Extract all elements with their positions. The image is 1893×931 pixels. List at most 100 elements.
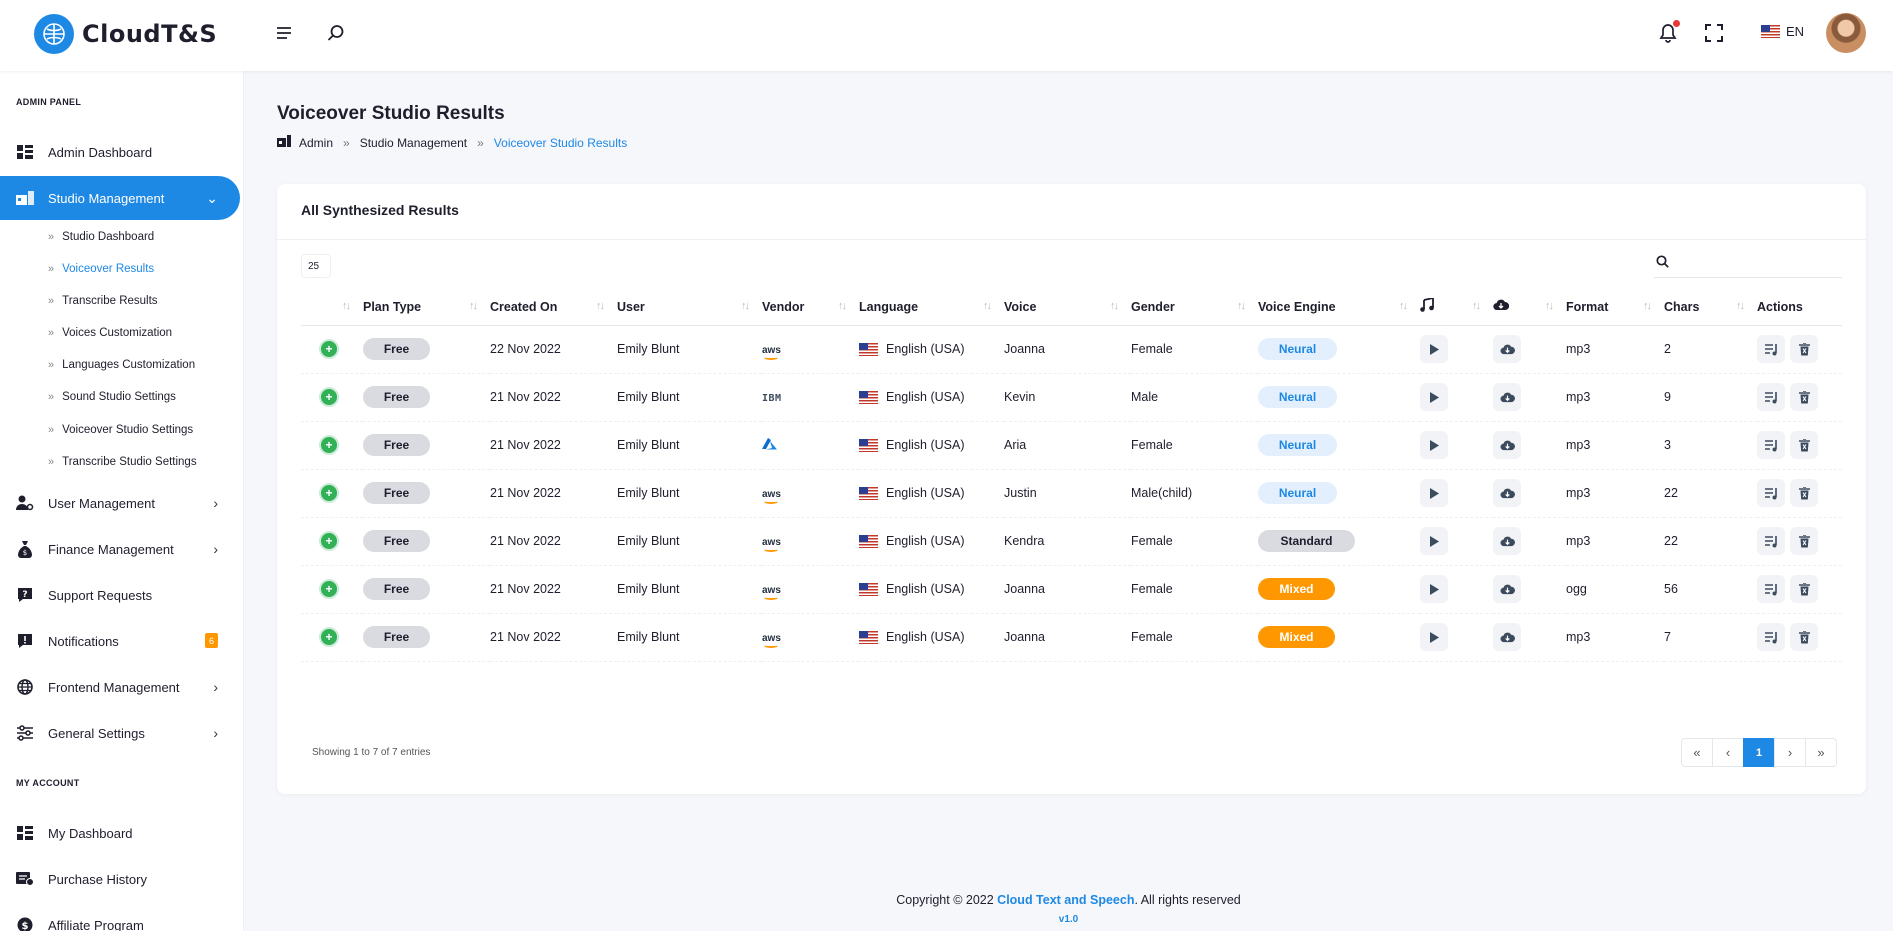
col-header-format[interactable]: Format ↑↓ [1566,289,1664,326]
sidebar-item-finance-management[interactable]: $ Finance Management › [0,527,240,571]
voice-cell: Joanna [1004,325,1131,374]
sidebar-sub-voiceover-studio-settings[interactable]: » Voiceover Studio Settings [48,424,193,436]
sidebar-item-my-dashboard[interactable]: My Dashboard [0,811,240,855]
sidebar-sub-voices-customization[interactable]: » Voices Customization [48,327,172,339]
col-header-voice-engine[interactable]: Voice Engine ↑↓ [1258,289,1420,326]
col-header-expand[interactable]: ↑↓ [301,289,363,326]
col-header-play[interactable]: ↑↓ [1420,289,1493,326]
view-result-button[interactable] [1757,575,1785,603]
avatar[interactable] [1826,13,1866,53]
breadcrumb-studio-management[interactable]: Studio Management [360,136,467,150]
sidebar-item-general-settings[interactable]: General Settings › [0,711,240,755]
sidebar-sub-sound-studio-settings[interactable]: » Sound Studio Settings [48,391,176,403]
sidebar-item-user-management[interactable]: User Management › [0,481,240,525]
pagination-next-button[interactable]: › [1774,738,1806,767]
col-header-created-on[interactable]: Created On ↑↓ [490,289,617,326]
download-button[interactable] [1493,431,1521,459]
logo-text: CloudT&S [82,20,218,48]
vendor-cell [762,421,859,470]
sidebar-item-purchase-history[interactable]: Purchase History [0,857,240,901]
play-button[interactable] [1420,527,1448,555]
col-header-chars[interactable]: Chars ↑↓ [1664,289,1757,326]
format-cell: mp3 [1566,613,1664,662]
delete-button[interactable] [1790,623,1819,651]
expand-row-icon[interactable]: + [319,339,339,359]
play-button[interactable] [1420,623,1448,651]
sidebar-item-support-requests[interactable]: ? Support Requests [0,573,240,617]
view-result-button[interactable] [1757,623,1785,651]
download-button[interactable] [1493,335,1521,363]
play-cell [1420,421,1493,470]
col-header-download[interactable]: ↑↓ [1493,289,1566,326]
language-cell: English (USA) [859,373,1004,422]
delete-button[interactable] [1790,527,1819,555]
sidebar-item-studio-management[interactable]: Studio Management ⌄ [0,176,240,220]
page-size-select[interactable]: 25 [301,254,331,278]
footer-brand-link[interactable]: Cloud Text and Speech [997,893,1134,907]
results-card: All Synthesized Results 25 ↑↓ Plan Type ↑… [277,184,1866,794]
sidebar-sub-studio-dashboard[interactable]: » Studio Dashboard [48,231,154,243]
play-button[interactable] [1420,335,1448,363]
table-row: + Free 21 Nov 2022 Emily Blunt English (USA)… [301,421,1842,470]
delete-button[interactable] [1790,479,1819,507]
play-button[interactable] [1420,431,1448,459]
sidebar-item-frontend-management[interactable]: Frontend Management › [0,665,240,709]
expand-row-icon[interactable]: + [319,627,339,647]
pagination-page-1[interactable]: 1 [1743,738,1775,767]
search-icon[interactable] [327,24,345,45]
col-header-plan-type[interactable]: Plan Type ↑↓ [363,289,490,326]
chevron-right-icon: › [213,541,218,557]
col-header-user[interactable]: User ↑↓ [617,289,762,326]
download-button[interactable] [1493,479,1521,507]
col-header-vendor[interactable]: Vendor ↑↓ [762,289,859,326]
voice-cell: Kevin [1004,373,1131,422]
table-search-input[interactable] [1654,248,1842,278]
expand-row-icon[interactable]: + [319,579,339,599]
download-button[interactable] [1493,383,1521,411]
sort-icon: ↑↓ [838,300,847,312]
sidebar-item-affiliate-program[interactable]: $ Affiliate Program [0,903,240,931]
col-header-gender[interactable]: Gender ↑↓ [1131,289,1258,326]
expand-row-icon[interactable]: + [319,435,339,455]
delete-button[interactable] [1790,431,1819,459]
double-chevron-icon: » [48,263,55,275]
view-result-button[interactable] [1757,527,1785,555]
pagination-last-button[interactable]: » [1805,738,1837,767]
sidebar-sub-transcribe-studio-settings[interactable]: » Transcribe Studio Settings [48,456,197,468]
view-result-button[interactable] [1757,431,1785,459]
expand-row-icon[interactable]: + [319,531,339,551]
play-button[interactable] [1420,575,1448,603]
expand-row-icon[interactable]: + [319,483,339,503]
logo[interactable]: CloudT&S [34,14,217,54]
cloud-download-icon [1493,299,1510,314]
col-header-language[interactable]: Language ↑↓ [859,289,1004,326]
plan-badge: Free [363,482,430,504]
download-button[interactable] [1493,527,1521,555]
sidebar-sub-voiceover-results[interactable]: » Voiceover Results [48,263,154,275]
play-button[interactable] [1420,479,1448,507]
language-selector[interactable]: EN [1755,24,1804,39]
breadcrumb-admin[interactable]: Admin [299,136,333,150]
view-result-button[interactable] [1757,383,1785,411]
double-chevron-icon: » [48,295,55,307]
view-result-button[interactable] [1757,335,1785,363]
pagination-prev-button[interactable]: ‹ [1712,738,1744,767]
play-button[interactable] [1420,383,1448,411]
language-label: English (USA) [886,534,965,548]
delete-button[interactable] [1790,575,1819,603]
delete-button[interactable] [1790,335,1819,363]
view-result-button[interactable] [1757,479,1785,507]
download-button[interactable] [1493,575,1521,603]
sidebar-sub-languages-customization[interactable]: » Languages Customization [48,359,195,371]
sidebar-item-notifications[interactable]: Notifications 6 [0,619,240,663]
expand-row-icon[interactable]: + [319,387,339,407]
menu-toggle-icon[interactable] [276,25,292,44]
download-button[interactable] [1493,623,1521,651]
fullscreen-icon[interactable] [1705,24,1723,45]
sidebar-sub-transcribe-results[interactable]: » Transcribe Results [48,295,158,307]
engine-cell: Neural [1258,325,1420,374]
sidebar-item-admin-dashboard[interactable]: Admin Dashboard [0,130,240,174]
col-header-voice[interactable]: Voice ↑↓ [1004,289,1131,326]
delete-button[interactable] [1790,383,1819,411]
pagination-first-button[interactable]: « [1681,738,1713,767]
